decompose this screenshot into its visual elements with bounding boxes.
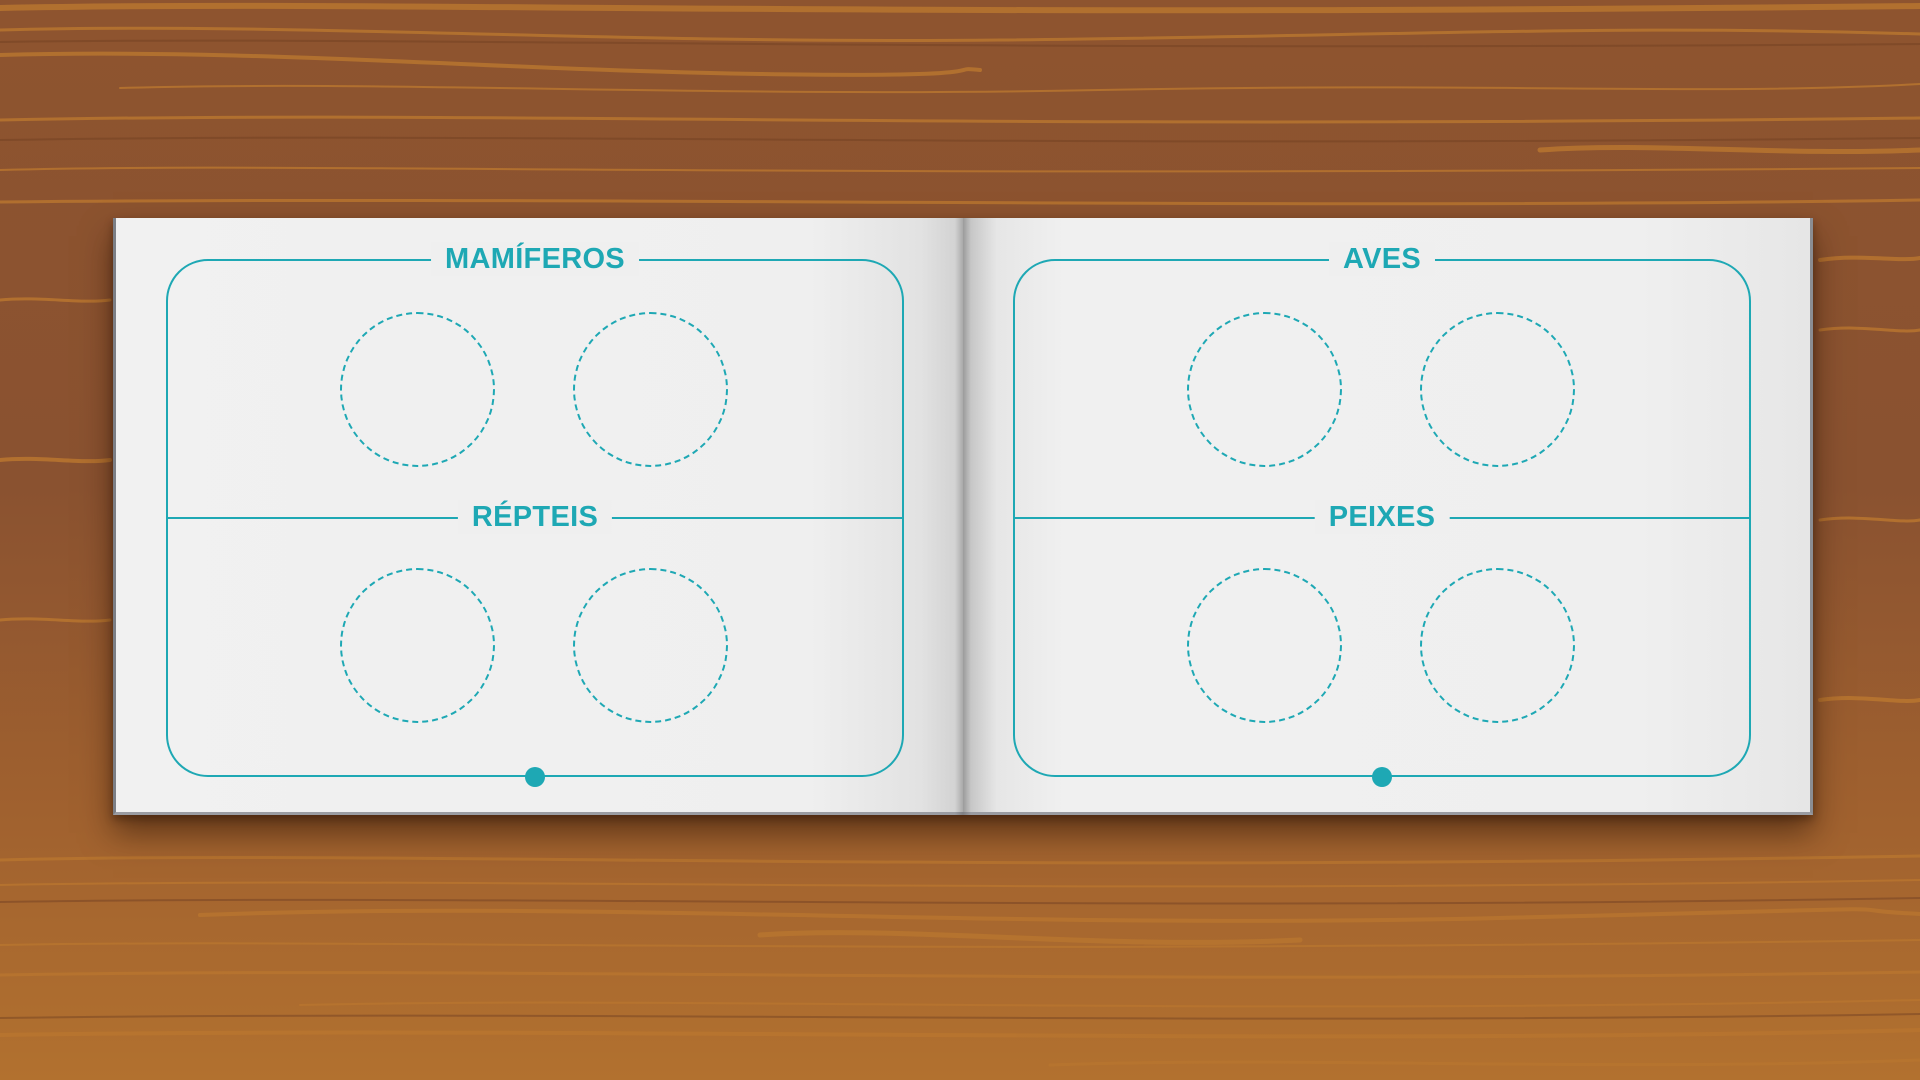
section-title-peixes: PEIXES xyxy=(1314,500,1450,534)
sticker-slot[interactable] xyxy=(1187,312,1342,467)
sticker-slot[interactable] xyxy=(1187,568,1342,723)
right-page-frame: AVES PEIXES xyxy=(1013,242,1751,787)
sticker-slot[interactable] xyxy=(573,312,728,467)
right-page: AVES PEIXES xyxy=(963,218,1813,815)
section-title-aves: AVES xyxy=(1328,242,1436,276)
page-marker-dot xyxy=(1372,767,1392,787)
left-page-frame: MAMÍFEROS RÉPTEIS xyxy=(166,242,904,787)
section-title-repteis: RÉPTEIS xyxy=(457,500,613,534)
page-marker-dot xyxy=(525,767,545,787)
sticker-slot[interactable] xyxy=(1420,312,1575,467)
section-divider: PEIXES xyxy=(1015,500,1749,534)
sticker-slot[interactable] xyxy=(340,568,495,723)
sticker-slot[interactable] xyxy=(573,568,728,723)
album-scene: MAMÍFEROS RÉPTEIS AVES PEIXES xyxy=(0,0,1920,1080)
section-title-mamiferos: MAMÍFEROS xyxy=(431,242,639,276)
left-page: MAMÍFEROS RÉPTEIS xyxy=(113,218,963,815)
section-divider: RÉPTEIS xyxy=(168,500,902,534)
open-album: MAMÍFEROS RÉPTEIS AVES PEIXES xyxy=(113,218,1813,815)
sticker-slot[interactable] xyxy=(340,312,495,467)
sticker-slot[interactable] xyxy=(1420,568,1575,723)
